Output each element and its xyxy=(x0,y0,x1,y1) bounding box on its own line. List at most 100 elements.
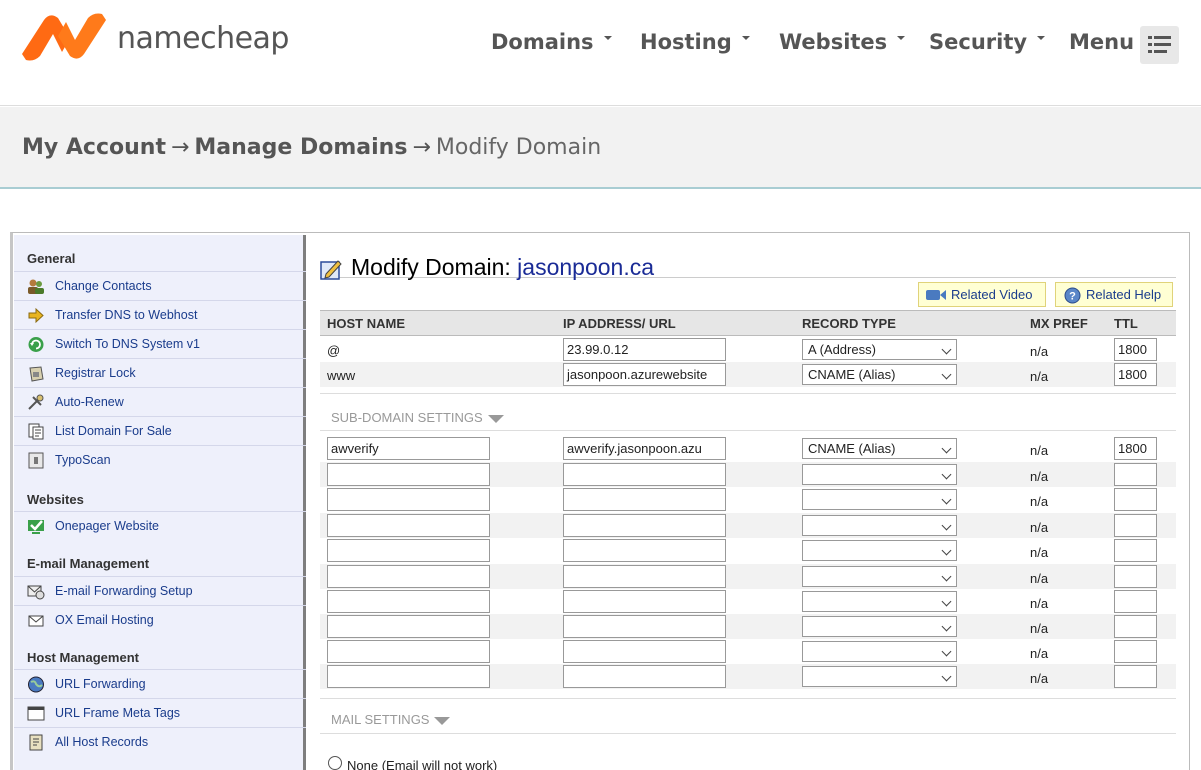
sidebar-item-list-for-sale[interactable]: List Domain For Sale xyxy=(14,416,306,445)
triangle-down-icon xyxy=(434,717,451,725)
nav-websites[interactable]: Websites xyxy=(779,30,906,64)
ip-address-input[interactable] xyxy=(563,514,726,537)
related-help-button[interactable]: ? Related Help xyxy=(1055,282,1173,307)
chevron-down-icon xyxy=(941,646,952,657)
ttl-input[interactable] xyxy=(1114,539,1157,562)
sidebar-item-url-forwarding[interactable]: URL Forwarding xyxy=(14,669,306,698)
record-type-select[interactable] xyxy=(802,540,957,561)
record-type-select[interactable] xyxy=(802,515,957,536)
mail-settings-toggle[interactable]: MAIL SETTINGS xyxy=(331,712,451,727)
record-type-select[interactable]: CNAME (Alias) xyxy=(802,364,957,385)
subdomain-settings-toggle[interactable]: SUB-DOMAIN SETTINGS xyxy=(331,410,504,425)
ip-address-input[interactable] xyxy=(563,665,726,688)
ttl-input[interactable]: 1800 xyxy=(1114,437,1157,460)
chevron-down-icon xyxy=(941,344,952,355)
record-type-select[interactable] xyxy=(802,464,957,485)
divider xyxy=(320,430,1176,431)
ttl-input[interactable] xyxy=(1114,590,1157,613)
nav-menu[interactable]: Menu xyxy=(1069,30,1134,64)
sidebar-item-auto-renew[interactable]: Auto-Renew xyxy=(14,387,306,416)
sidebar-item-label: List Domain For Sale xyxy=(55,424,172,438)
subdomain-row: n/a xyxy=(320,513,1176,538)
subdomain-row: n/a xyxy=(320,564,1176,589)
ip-address-input[interactable]: jasonpoon.azurewebsite xyxy=(563,363,726,386)
ttl-input[interactable] xyxy=(1114,665,1157,688)
ttl-input[interactable] xyxy=(1114,640,1157,663)
triangle-down-icon xyxy=(487,415,504,423)
mx-pref-text: n/a xyxy=(1030,646,1049,661)
ip-address-input[interactable] xyxy=(563,463,726,486)
record-type-select[interactable] xyxy=(802,591,957,612)
subdomain-settings-label: SUB-DOMAIN SETTINGS xyxy=(331,410,483,425)
sidebar-item-url-frame[interactable]: URL Frame Meta Tags xyxy=(14,698,306,727)
host-name-input[interactable] xyxy=(327,590,490,613)
hamburger-menu-icon[interactable] xyxy=(1140,26,1179,64)
edit-document-icon xyxy=(320,260,342,280)
record-type-select[interactable] xyxy=(802,666,957,687)
host-name-input[interactable] xyxy=(327,539,490,562)
ttl-input[interactable] xyxy=(1114,488,1157,511)
sidebar-heading-websites: Websites xyxy=(27,492,84,507)
host-name-input[interactable] xyxy=(327,640,490,663)
divider xyxy=(320,393,1176,394)
sidebar-item-registrar-lock[interactable]: Registrar Lock xyxy=(14,358,306,387)
host-name-input[interactable]: awverify xyxy=(327,437,490,460)
record-type-select[interactable]: A (Address) xyxy=(802,339,957,360)
sidebar-item-ox-email[interactable]: OX Email Hosting xyxy=(14,605,306,634)
chevron-down-icon xyxy=(941,671,952,682)
breadcrumb-my-account[interactable]: My Account xyxy=(22,135,166,160)
nav-domains[interactable]: Domains xyxy=(491,30,612,64)
record-type-select[interactable] xyxy=(802,566,957,587)
ip-address-input[interactable] xyxy=(563,565,726,588)
sidebar-item-change-contacts[interactable]: Change Contacts xyxy=(14,271,306,300)
chevron-down-icon xyxy=(941,494,952,505)
sidebar-item-label: Change Contacts xyxy=(55,279,152,293)
records-icon xyxy=(29,734,43,751)
ip-address-input[interactable] xyxy=(563,640,726,663)
sidebar-item-transfer-dns[interactable]: Transfer DNS to Webhost xyxy=(14,300,306,329)
mx-pref-text: n/a xyxy=(1030,369,1049,384)
host-name-input[interactable] xyxy=(327,514,490,537)
sidebar-item-onepager[interactable]: Onepager Website xyxy=(14,511,306,540)
nav-security[interactable]: Security xyxy=(929,30,1046,64)
record-type-select[interactable] xyxy=(802,489,957,510)
sidebar-item-label: Registrar Lock xyxy=(55,366,136,380)
sidebar-item-typoscan[interactable]: TypoScan xyxy=(14,445,306,474)
host-name-input[interactable] xyxy=(327,665,490,688)
host-name-input[interactable] xyxy=(327,565,490,588)
ip-address-input[interactable] xyxy=(563,615,726,638)
breadcrumb-current: Modify Domain xyxy=(435,135,602,160)
ip-address-input[interactable]: 23.99.0.12 xyxy=(563,338,726,361)
ttl-input[interactable] xyxy=(1114,514,1157,537)
related-video-button[interactable]: Related Video xyxy=(918,282,1046,307)
ttl-input[interactable]: 1800 xyxy=(1114,338,1157,361)
host-name-input[interactable] xyxy=(327,615,490,638)
ip-address-input[interactable] xyxy=(563,590,726,613)
ttl-input[interactable] xyxy=(1114,565,1157,588)
record-type-select[interactable] xyxy=(802,641,957,662)
mx-pref-text: n/a xyxy=(1030,671,1049,686)
host-name-input[interactable] xyxy=(327,488,490,511)
record-type-select[interactable] xyxy=(802,616,957,637)
ip-address-input[interactable] xyxy=(563,488,726,511)
chevron-down-icon xyxy=(941,520,952,531)
envelope-icon xyxy=(28,615,44,627)
page-title-prefix: Modify Domain: xyxy=(351,254,511,280)
lock-icon xyxy=(29,366,44,382)
sidebar-item-switch-dns[interactable]: Switch To DNS System v1 xyxy=(14,329,306,358)
sidebar-item-email-forwarding[interactable]: E-mail Forwarding Setup xyxy=(14,576,306,605)
ttl-input[interactable]: 1800 xyxy=(1114,363,1157,386)
mail-none-radio[interactable] xyxy=(328,756,342,770)
sidebar-item-all-host-records[interactable]: All Host Records xyxy=(14,727,306,756)
column-mx-pref: MX PREF xyxy=(1030,316,1088,331)
host-name-input[interactable] xyxy=(327,463,490,486)
breadcrumb-manage-domains[interactable]: Manage Domains xyxy=(194,135,407,160)
ttl-input[interactable] xyxy=(1114,615,1157,638)
host-name-text: www xyxy=(327,368,356,383)
nav-hosting[interactable]: Hosting xyxy=(640,30,750,64)
ip-address-input[interactable] xyxy=(563,539,726,562)
record-type-select[interactable]: CNAME (Alias) xyxy=(802,438,957,459)
ip-address-input[interactable]: awverify.jasonpoon.azu xyxy=(563,437,726,460)
modify-domain-panel: Modify Domain: jasonpoon.ca Related Vide… xyxy=(320,236,1178,770)
ttl-input[interactable] xyxy=(1114,463,1157,486)
